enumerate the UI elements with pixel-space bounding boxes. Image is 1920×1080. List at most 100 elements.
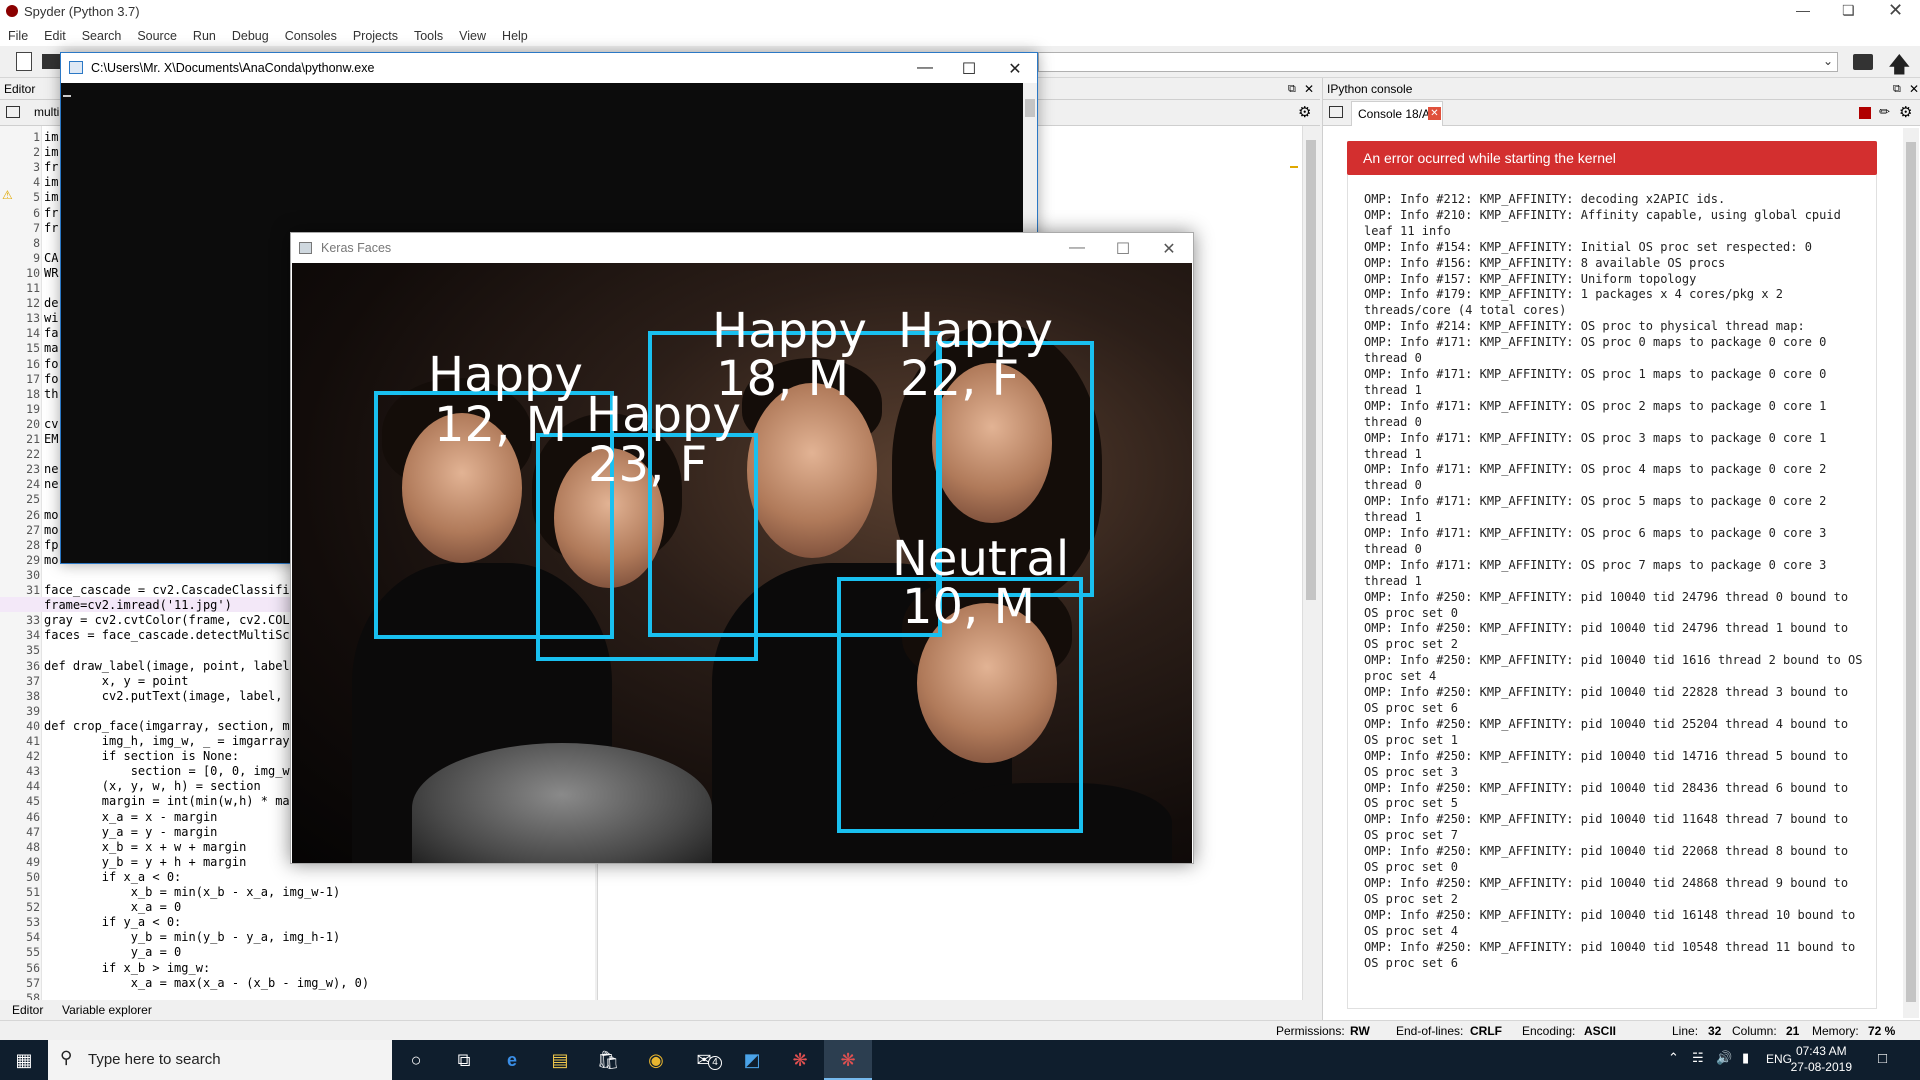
cortana-icon[interactable]: ○: [392, 1040, 440, 1080]
battery-icon[interactable]: ▮: [1742, 1050, 1749, 1066]
scrollbar-thumb[interactable]: [1306, 140, 1316, 600]
text-cursor: [63, 95, 71, 97]
file-explorer-icon[interactable]: ▤: [536, 1040, 584, 1080]
browse-tabs-icon[interactable]: [1329, 106, 1343, 118]
taskbar-search[interactable]: ⚲ Type here to search: [48, 1040, 392, 1080]
editor-vertical-scrollbar[interactable]: [1302, 126, 1318, 1000]
working-directory-input[interactable]: ⌄: [1038, 52, 1838, 72]
undock-icon[interactable]: ⧉: [1288, 78, 1296, 100]
minimize-icon[interactable]: —: [1796, 2, 1810, 18]
keras-title: Keras Faces: [321, 241, 392, 255]
chevron-up-icon[interactable]: ⌃: [1668, 1050, 1679, 1066]
face-label-age-gender: 12, M: [434, 397, 568, 453]
keras-titlebar[interactable]: Keras Faces — ☐ ✕: [291, 233, 1193, 263]
notification-icon[interactable]: □: [1878, 1050, 1887, 1067]
close-pane-icon[interactable]: ✕: [1909, 78, 1919, 100]
chevron-down-icon[interactable]: ⌄: [1823, 54, 1833, 68]
menu-source[interactable]: Source: [129, 26, 185, 46]
menu-run[interactable]: Run: [185, 26, 224, 46]
line-number: 28: [26, 537, 40, 552]
maximize-icon[interactable]: ☐: [959, 59, 979, 79]
scrollbar-thumb[interactable]: [1906, 142, 1916, 1002]
menu-file[interactable]: File: [0, 26, 36, 46]
spyder-active-taskbar-icon[interactable]: ❋: [824, 1040, 872, 1080]
code-line: y_b = min(y_b - y_a, img_h-1): [44, 930, 341, 945]
warning-icon: ⚠: [2, 188, 13, 202]
menu-help[interactable]: Help: [494, 26, 536, 46]
menu-search[interactable]: Search: [74, 26, 130, 46]
open-file-icon[interactable]: [42, 54, 60, 69]
code-line: y_a = y - margin: [44, 824, 218, 839]
code-line-fragment: ma: [44, 341, 59, 356]
menu-bar: File Edit Search Source Run Debug Consoles Proj…: [0, 26, 1920, 46]
close-pane-icon[interactable]: ✕: [1304, 78, 1314, 100]
line-number: 21: [26, 432, 40, 446]
new-file-icon[interactable]: [16, 52, 32, 71]
close-icon[interactable]: ✕: [1888, 0, 1903, 21]
close-icon[interactable]: ✕: [1005, 59, 1025, 79]
keras-faces-window[interactable]: Keras Faces — ☐ ✕ Happy 12, M Happy 23, …: [290, 232, 1194, 864]
remote-app-icon[interactable]: ◩: [728, 1040, 776, 1080]
minimize-icon[interactable]: —: [1067, 239, 1087, 257]
line-number: 14: [26, 326, 40, 341]
close-tab-icon[interactable]: ✕: [1428, 107, 1441, 120]
windows-taskbar: ▦ ⚲ Type here to search ○ ⧉ e ▤ 🛍 ◉ ✉ 4 ◩…: [0, 1040, 1920, 1080]
network-icon[interactable]: ☵: [1692, 1050, 1704, 1066]
minimize-icon[interactable]: —: [915, 59, 935, 77]
windows-start-icon[interactable]: ▦: [0, 1040, 48, 1080]
line-number: 50: [26, 869, 40, 884]
code-line-fragment: CA: [44, 250, 59, 265]
line-number: 37: [26, 673, 40, 688]
memory-label: Memory:: [1812, 1024, 1859, 1038]
edge-icon[interactable]: e: [488, 1040, 536, 1080]
maximize-icon[interactable]: ☐: [1113, 239, 1133, 259]
code-line-fragment: cv: [44, 416, 59, 431]
gear-icon[interactable]: ⚙: [1899, 103, 1912, 121]
line-number: 44: [26, 779, 40, 794]
menu-projects[interactable]: Projects: [345, 26, 406, 46]
line-number: 53: [26, 915, 40, 930]
stop-kernel-icon[interactable]: [1859, 107, 1871, 119]
mail-icon[interactable]: ✉ 4: [680, 1040, 728, 1080]
console-scrollbar[interactable]: [1903, 128, 1919, 1018]
menu-consoles[interactable]: Consoles: [277, 26, 345, 46]
line-number: 30: [26, 567, 40, 582]
tab-editor[interactable]: Editor: [12, 1000, 43, 1020]
code-lines: im im fr im im fr fr CA WR de wi fa ma fo fo th cv EM ne ne…: [0, 0, 369, 990]
menu-edit[interactable]: Edit: [36, 26, 74, 46]
code-line: y_b = y + h + margin: [44, 854, 247, 869]
spyder-logo-icon: [6, 5, 18, 17]
menu-tools[interactable]: Tools: [406, 26, 451, 46]
undock-icon[interactable]: ⧉: [1893, 78, 1901, 100]
task-view-icon[interactable]: ⧉: [440, 1040, 488, 1080]
browse-tabs-icon[interactable]: [6, 106, 20, 118]
taskbar-clock[interactable]: 07:43 AM 27-08-2019: [1791, 1043, 1852, 1075]
spyder-taskbar-icon[interactable]: ❋: [776, 1040, 824, 1080]
store-icon[interactable]: 🛍: [584, 1040, 632, 1080]
tab-variable-explorer[interactable]: Variable explorer: [62, 1000, 152, 1020]
eraser-icon[interactable]: ✏: [1879, 104, 1890, 120]
editor-tab-file[interactable]: multi: [34, 105, 59, 119]
line-number: 36: [26, 658, 40, 673]
code-line: section = [0, 0, img_w,: [44, 764, 297, 779]
line-number: 35: [26, 643, 40, 658]
menu-view[interactable]: View: [451, 26, 494, 46]
volume-icon[interactable]: 🔊: [1716, 1050, 1732, 1066]
code-line-fragment: EM: [44, 432, 59, 446]
console-tab[interactable]: Console 18/A ✕: [1351, 101, 1443, 126]
language-indicator[interactable]: ENG: [1766, 1052, 1792, 1066]
code-line-fragment: mo: [44, 552, 59, 567]
restore-icon[interactable]: ❏: [1842, 2, 1855, 19]
code-line: x_a = max(x_a - (x_b - img_w), 0): [44, 975, 370, 990]
menu-debug[interactable]: Debug: [224, 26, 277, 46]
gear-icon[interactable]: ⚙: [1298, 103, 1311, 121]
close-icon[interactable]: ✕: [1159, 239, 1179, 259]
search-placeholder: Type here to search: [88, 1051, 221, 1068]
chrome-icon[interactable]: ◉: [632, 1040, 680, 1080]
line-number: 26: [26, 507, 40, 522]
browse-folder-icon[interactable]: [1853, 54, 1873, 70]
code-line-fragment: im: [44, 145, 59, 160]
pythonw-titlebar[interactable]: C:\Users\Mr. X\Documents\AnaConda\python…: [61, 53, 1037, 83]
scrollbar-thumb[interactable]: [1025, 99, 1035, 117]
code-line-fragment: mo: [44, 522, 59, 537]
